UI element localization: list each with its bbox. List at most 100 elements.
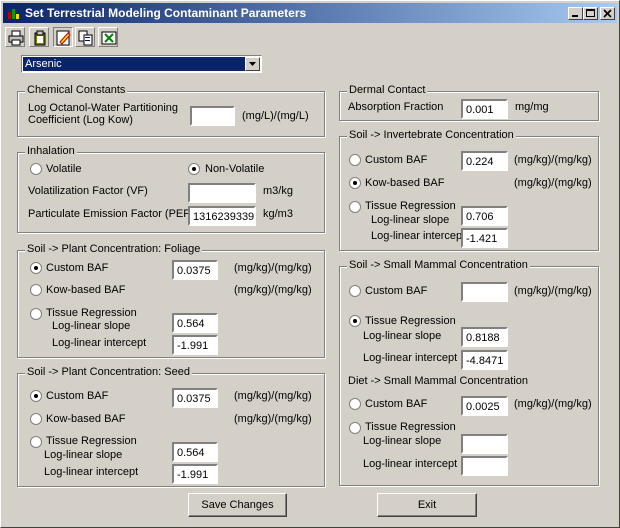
foliage-intercept-input[interactable]: -1.991 bbox=[172, 335, 218, 355]
seed-custom-unit: (mg/kg)/(mg/kg) bbox=[234, 390, 312, 402]
foliage-custom-radio[interactable] bbox=[30, 262, 42, 274]
invertebrate-tissue-label[interactable]: Tissue Regression bbox=[365, 200, 456, 212]
invertebrate-kow-radio[interactable] bbox=[349, 177, 361, 189]
absorption-unit: mg/mg bbox=[515, 101, 549, 113]
edit-button[interactable] bbox=[53, 27, 73, 47]
invertebrate-kow-label[interactable]: Kow-based BAF bbox=[365, 177, 444, 189]
mammal-tissue-label[interactable]: Tissue Regression bbox=[365, 315, 456, 327]
copy-button[interactable] bbox=[75, 27, 95, 47]
volatile-label[interactable]: Volatile bbox=[46, 163, 81, 175]
mammal-title: Soil -> Small Mammal Concentration bbox=[347, 259, 530, 271]
volatile-radio[interactable] bbox=[30, 163, 42, 175]
title-bar[interactable]: Set Terrestrial Modeling Contaminant Par… bbox=[3, 3, 617, 23]
printer-icon bbox=[8, 30, 24, 46]
dropdown-button[interactable] bbox=[245, 57, 260, 71]
print-button[interactable] bbox=[5, 27, 25, 47]
contaminant-selected-value: Arsenic bbox=[23, 57, 245, 71]
close-button[interactable] bbox=[600, 7, 615, 20]
mammal-slope-input[interactable]: 0.8188 bbox=[461, 327, 508, 347]
diet-tissue-radio[interactable] bbox=[349, 422, 361, 434]
seed-kow-unit: (mg/kg)/(mg/kg) bbox=[234, 413, 312, 425]
minimize-button[interactable] bbox=[568, 7, 583, 20]
save-changes-button[interactable]: Save Changes bbox=[188, 493, 287, 517]
pef-input[interactable]: 1316239339. bbox=[188, 206, 256, 226]
invertebrate-slope-input[interactable]: 0.706 bbox=[461, 206, 508, 226]
foliage-kow-label[interactable]: Kow-based BAF bbox=[46, 284, 125, 296]
diet-intercept-input[interactable] bbox=[461, 456, 508, 476]
maximize-icon bbox=[586, 9, 595, 17]
logkow-unit: (mg/L)/(mg/L) bbox=[242, 110, 309, 122]
foliage-kow-radio[interactable] bbox=[30, 284, 42, 296]
invertebrate-custom-radio[interactable] bbox=[349, 154, 361, 166]
logkow-label-line1: Log Octanol-Water Partitioning bbox=[28, 102, 178, 114]
diet-intercept-label: Log-linear intercept bbox=[363, 458, 458, 470]
mammal-custom-radio[interactable] bbox=[349, 285, 361, 297]
diet-slope-label: Log-linear slope bbox=[363, 435, 442, 447]
diet-custom-radio[interactable] bbox=[349, 398, 361, 410]
invertebrate-tissue-radio[interactable] bbox=[349, 201, 361, 213]
foliage-title: Soil -> Plant Concentration: Foliage bbox=[25, 243, 203, 255]
foliage-tissue-label[interactable]: Tissue Regression bbox=[46, 307, 137, 319]
logkow-input[interactable] bbox=[190, 106, 235, 126]
mammal-intercept-input[interactable]: -4.8471 bbox=[461, 350, 508, 370]
invertebrate-intercept-label: Log-linear intercept bbox=[371, 230, 466, 242]
maximize-button[interactable] bbox=[583, 7, 598, 20]
inhalation-title: Inhalation bbox=[25, 145, 77, 157]
exit-button[interactable]: Exit bbox=[377, 493, 477, 517]
seed-intercept-label: Log-linear intercept bbox=[44, 466, 139, 478]
mammal-custom-label[interactable]: Custom BAF bbox=[365, 285, 427, 297]
vf-input[interactable] bbox=[188, 183, 256, 203]
foliage-custom-label[interactable]: Custom BAF bbox=[46, 262, 108, 274]
seed-slope-label: Log-linear slope bbox=[44, 449, 123, 461]
seed-custom-input[interactable]: 0.0375 bbox=[172, 388, 218, 408]
diet-custom-label[interactable]: Custom BAF bbox=[365, 398, 427, 410]
diet-tissue-label[interactable]: Tissue Regression bbox=[365, 421, 456, 433]
foliage-slope-input[interactable]: 0.564 bbox=[172, 313, 218, 333]
vf-label: Volatilization Factor (VF) bbox=[28, 185, 148, 197]
seed-kow-label[interactable]: Kow-based BAF bbox=[46, 413, 125, 425]
app-icon bbox=[8, 9, 19, 19]
vf-unit: m3/kg bbox=[263, 185, 293, 197]
seed-title: Soil -> Plant Concentration: Seed bbox=[25, 366, 192, 378]
seed-slope-input[interactable]: 0.564 bbox=[172, 442, 218, 462]
diet-title: Diet -> Small Mammal Concentration bbox=[348, 375, 529, 387]
foliage-intercept-label: Log-linear intercept bbox=[52, 337, 147, 349]
mammal-custom-input[interactable] bbox=[461, 282, 508, 302]
contaminant-select[interactable]: Arsenic bbox=[21, 55, 262, 73]
invertebrate-custom-label[interactable]: Custom BAF bbox=[365, 154, 427, 166]
seed-kow-radio[interactable] bbox=[30, 413, 42, 425]
seed-tissue-label[interactable]: Tissue Regression bbox=[46, 435, 137, 447]
export-excel-button[interactable] bbox=[98, 27, 118, 47]
clipboard-button[interactable] bbox=[29, 27, 49, 47]
invertebrate-custom-unit: (mg/kg)/(mg/kg) bbox=[514, 154, 592, 166]
edit-icon bbox=[56, 30, 71, 46]
chemical-constants-title: Chemical Constants bbox=[25, 84, 128, 96]
nonvolatile-radio[interactable] bbox=[188, 163, 200, 175]
diet-slope-input[interactable] bbox=[461, 434, 508, 454]
chemical-constants-group: Chemical Constants Log Octanol-Water Par… bbox=[17, 84, 325, 137]
absorption-input[interactable]: 0.001 bbox=[461, 99, 508, 119]
invertebrate-intercept-input[interactable]: -1.421 bbox=[461, 228, 508, 248]
foliage-slope-label: Log-linear slope bbox=[52, 320, 131, 332]
close-icon bbox=[603, 9, 612, 18]
foliage-custom-input[interactable]: 0.0375 bbox=[172, 260, 218, 280]
mammal-tissue-radio[interactable] bbox=[349, 315, 361, 327]
seed-intercept-input[interactable]: -1.991 bbox=[172, 464, 218, 484]
mammal-custom-unit: (mg/kg)/(mg/kg) bbox=[514, 285, 592, 297]
diet-custom-input[interactable]: 0.0025 bbox=[461, 396, 508, 416]
pef-unit: kg/m3 bbox=[263, 208, 293, 220]
clipboard-icon bbox=[34, 30, 46, 46]
foliage-tissue-radio[interactable] bbox=[30, 308, 42, 320]
diet-custom-unit: (mg/kg)/(mg/kg) bbox=[514, 398, 592, 410]
seed-tissue-radio[interactable] bbox=[30, 436, 42, 448]
nonvolatile-label[interactable]: Non-Volatile bbox=[205, 163, 264, 175]
minimize-icon bbox=[572, 15, 578, 17]
seed-custom-label[interactable]: Custom BAF bbox=[46, 390, 108, 402]
dialog-window: Set Terrestrial Modeling Contaminant Par… bbox=[0, 0, 620, 528]
seed-custom-radio[interactable] bbox=[30, 390, 42, 402]
invertebrate-custom-input[interactable]: 0.224 bbox=[461, 151, 508, 171]
pef-label: Particulate Emission Factor (PEF) bbox=[28, 208, 194, 220]
logkow-label-line2: Coefficient (Log Kow) bbox=[28, 114, 133, 126]
foliage-kow-unit: (mg/kg)/(mg/kg) bbox=[234, 284, 312, 296]
invertebrate-title: Soil -> Invertebrate Concentration bbox=[347, 129, 516, 141]
